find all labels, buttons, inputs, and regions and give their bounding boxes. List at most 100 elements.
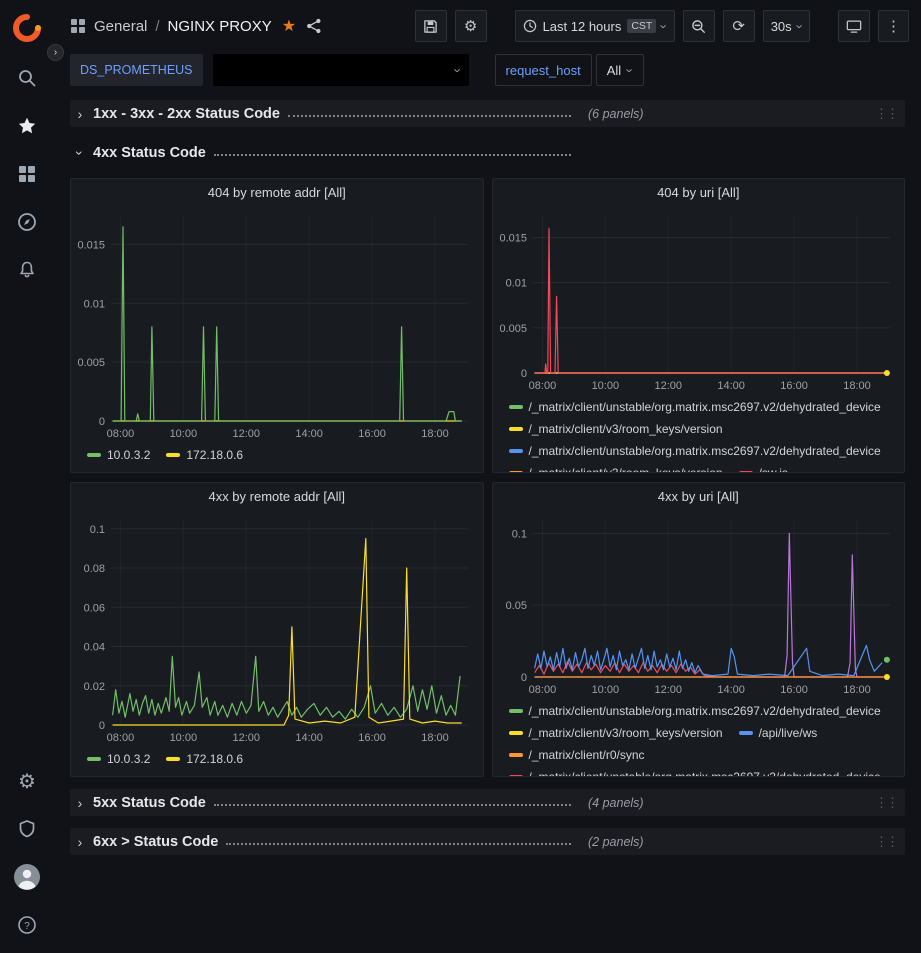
alerting-bell-icon[interactable] bbox=[7, 250, 47, 290]
row-dotted-leader bbox=[214, 154, 571, 156]
svg-text:?: ? bbox=[24, 921, 30, 932]
row-header-1xx-3xx-2xx[interactable]: › 1xx - 3xx - 2xx Status Code (6 panels)… bbox=[70, 100, 905, 127]
request-host-variable-value[interactable]: All › bbox=[596, 54, 644, 86]
refresh-interval-dropdown[interactable]: 30s › bbox=[763, 10, 810, 42]
request-host-variable-label[interactable]: request_host bbox=[495, 54, 592, 86]
legend-item[interactable]: 172.18.0.6 bbox=[166, 444, 243, 466]
help-icon[interactable]: ? bbox=[7, 905, 47, 945]
row-header-4xx[interactable]: › 4xx Status Code bbox=[70, 139, 905, 166]
legend-item[interactable]: /_matrix/client/v3/room_keys/version bbox=[509, 418, 723, 440]
legend-item[interactable]: /_matrix/client/unstable/org.matrix.msc2… bbox=[509, 396, 881, 418]
refresh-button[interactable]: ⟳ bbox=[723, 10, 755, 42]
panel-title[interactable]: 404 by remote addr [All] bbox=[71, 179, 483, 205]
legend-series-label: /sw.js bbox=[759, 462, 788, 472]
svg-text:0: 0 bbox=[520, 672, 526, 684]
svg-text:18:00: 18:00 bbox=[843, 380, 871, 392]
row-dotted-leader bbox=[288, 115, 571, 117]
tv-mode-button[interactable] bbox=[838, 10, 870, 42]
legend-series-swatch bbox=[509, 775, 523, 776]
svg-text:08:00: 08:00 bbox=[528, 684, 556, 696]
svg-text:16:00: 16:00 bbox=[780, 380, 808, 392]
row-collapse-chevron-icon: › bbox=[74, 795, 86, 811]
time-series-chart[interactable]: 08:0010:0012:0014:0016:0018:0000.050.1 bbox=[493, 509, 904, 699]
time-range-picker[interactable]: Last 12 hours CST › bbox=[515, 10, 675, 42]
panel-legend: 10.0.3.2 172.18.0.6 bbox=[71, 747, 483, 776]
search-icon[interactable] bbox=[7, 58, 47, 98]
row-drag-handle-icon[interactable]: ⋮⋮ bbox=[875, 795, 899, 811]
dashboard-settings-button[interactable]: ⚙ bbox=[455, 10, 487, 42]
zoom-out-button[interactable] bbox=[683, 10, 715, 42]
svg-text:0.08: 0.08 bbox=[84, 563, 105, 575]
legend-item[interactable]: /api/live/ws bbox=[739, 722, 818, 744]
legend-item[interactable]: /sw.js bbox=[739, 462, 788, 472]
svg-text:12:00: 12:00 bbox=[654, 684, 682, 696]
row-title: 5xx Status Code bbox=[93, 795, 206, 811]
svg-text:0.015: 0.015 bbox=[499, 233, 527, 245]
legend-item[interactable]: /_matrix/client/r0/sync bbox=[509, 744, 645, 766]
svg-text:0.06: 0.06 bbox=[84, 602, 105, 614]
server-admin-shield-icon[interactable] bbox=[7, 809, 47, 849]
breadcrumb-separator: / bbox=[155, 18, 159, 35]
svg-text:18:00: 18:00 bbox=[421, 732, 449, 744]
kebab-menu-button[interactable]: ⋮ bbox=[878, 10, 909, 42]
legend-item[interactable]: /_matrix/client/unstable/org.matrix.msc2… bbox=[509, 440, 881, 462]
legend-series-swatch bbox=[509, 753, 523, 757]
dashboard-content: › 1xx - 3xx - 2xx Status Code (6 panels)… bbox=[54, 94, 921, 855]
legend-item[interactable]: 10.0.3.2 bbox=[87, 444, 150, 466]
legend-series-swatch bbox=[509, 731, 523, 735]
legend-item[interactable]: 172.18.0.6 bbox=[166, 748, 243, 770]
legend-series-swatch bbox=[166, 757, 180, 761]
dashboards-icon[interactable] bbox=[7, 154, 47, 194]
grafana-logo[interactable] bbox=[11, 12, 43, 44]
time-series-chart[interactable]: 08:0010:0012:0014:0016:0018:0000.0050.01… bbox=[71, 205, 482, 443]
gear-icon: ⚙ bbox=[464, 19, 477, 34]
share-icon[interactable] bbox=[306, 18, 322, 34]
time-series-chart[interactable]: 08:0010:0012:0014:0016:0018:0000.020.040… bbox=[71, 509, 482, 747]
legend-series-swatch bbox=[166, 453, 180, 457]
row-drag-handle-icon[interactable]: ⋮⋮ bbox=[875, 834, 899, 850]
row-panel-count: (2 panels) bbox=[588, 835, 644, 849]
configuration-gear-icon[interactable]: ⚙ bbox=[7, 761, 47, 801]
svg-text:14:00: 14:00 bbox=[295, 428, 323, 440]
legend-item[interactable]: /_matrix/client/unstable/org.matrix.msc2… bbox=[509, 766, 881, 776]
row-header-5xx[interactable]: › 5xx Status Code (4 panels) ⋮⋮ bbox=[70, 789, 905, 816]
legend-series-swatch bbox=[739, 731, 753, 735]
panel-grid: 404 by remote addr [All] 08:0010:0012:00… bbox=[70, 178, 905, 777]
panel-title[interactable]: 4xx by uri [All] bbox=[493, 483, 905, 509]
explore-compass-icon[interactable] bbox=[7, 202, 47, 242]
starred-nav-icon[interactable] bbox=[7, 106, 47, 146]
row-collapse-chevron-icon: › bbox=[74, 834, 86, 850]
time-series-chart[interactable]: 08:0010:0012:0014:0016:0018:0000.0050.01… bbox=[493, 205, 904, 395]
row-title: 4xx Status Code bbox=[93, 145, 206, 161]
svg-text:18:00: 18:00 bbox=[421, 428, 449, 440]
legend-item[interactable]: /_matrix/client/v3/room_keys/version bbox=[509, 462, 723, 472]
refresh-interval-value: 30s bbox=[771, 19, 792, 34]
timezone-chip: CST bbox=[627, 19, 656, 33]
row-drag-handle-icon[interactable]: ⋮⋮ bbox=[875, 106, 899, 122]
favorite-star-icon[interactable]: ★ bbox=[282, 16, 296, 36]
svg-text:0.1: 0.1 bbox=[90, 524, 105, 536]
row-header-6xx[interactable]: › 6xx > Status Code (2 panels) ⋮⋮ bbox=[70, 828, 905, 855]
breadcrumb-folder[interactable]: General bbox=[94, 18, 147, 35]
legend-item[interactable]: 10.0.3.2 bbox=[87, 748, 150, 770]
svg-text:16:00: 16:00 bbox=[780, 684, 808, 696]
panel-title[interactable]: 404 by uri [All] bbox=[493, 179, 905, 205]
legend-series-swatch bbox=[509, 709, 523, 713]
user-avatar[interactable] bbox=[7, 857, 47, 897]
breadcrumb-dashboard-title[interactable]: NGINX PROXY bbox=[168, 18, 272, 35]
legend-series-label: 10.0.3.2 bbox=[107, 444, 150, 466]
svg-text:0.01: 0.01 bbox=[84, 298, 105, 310]
datasource-variable-label: DS_PROMETHEUS bbox=[70, 54, 203, 86]
save-dashboard-button[interactable] bbox=[415, 10, 447, 42]
panel-404-by-remote-addr: 404 by remote addr [All] 08:0010:0012:00… bbox=[70, 178, 484, 473]
legend-item[interactable]: /_matrix/client/unstable/org.matrix.msc2… bbox=[509, 700, 881, 722]
svg-text:10:00: 10:00 bbox=[170, 428, 198, 440]
apps-grid-icon[interactable] bbox=[70, 18, 86, 34]
svg-text:0.04: 0.04 bbox=[84, 642, 105, 654]
panel-404-by-uri: 404 by uri [All] 08:0010:0012:0014:0016:… bbox=[492, 178, 906, 473]
datasource-variable-value[interactable]: › bbox=[213, 54, 469, 86]
sidebar-collapse-button[interactable]: › bbox=[47, 44, 64, 61]
legend-item[interactable]: /_matrix/client/v3/room_keys/version bbox=[509, 722, 723, 744]
legend-series-swatch bbox=[509, 405, 523, 409]
panel-title[interactable]: 4xx by remote addr [All] bbox=[71, 483, 483, 509]
